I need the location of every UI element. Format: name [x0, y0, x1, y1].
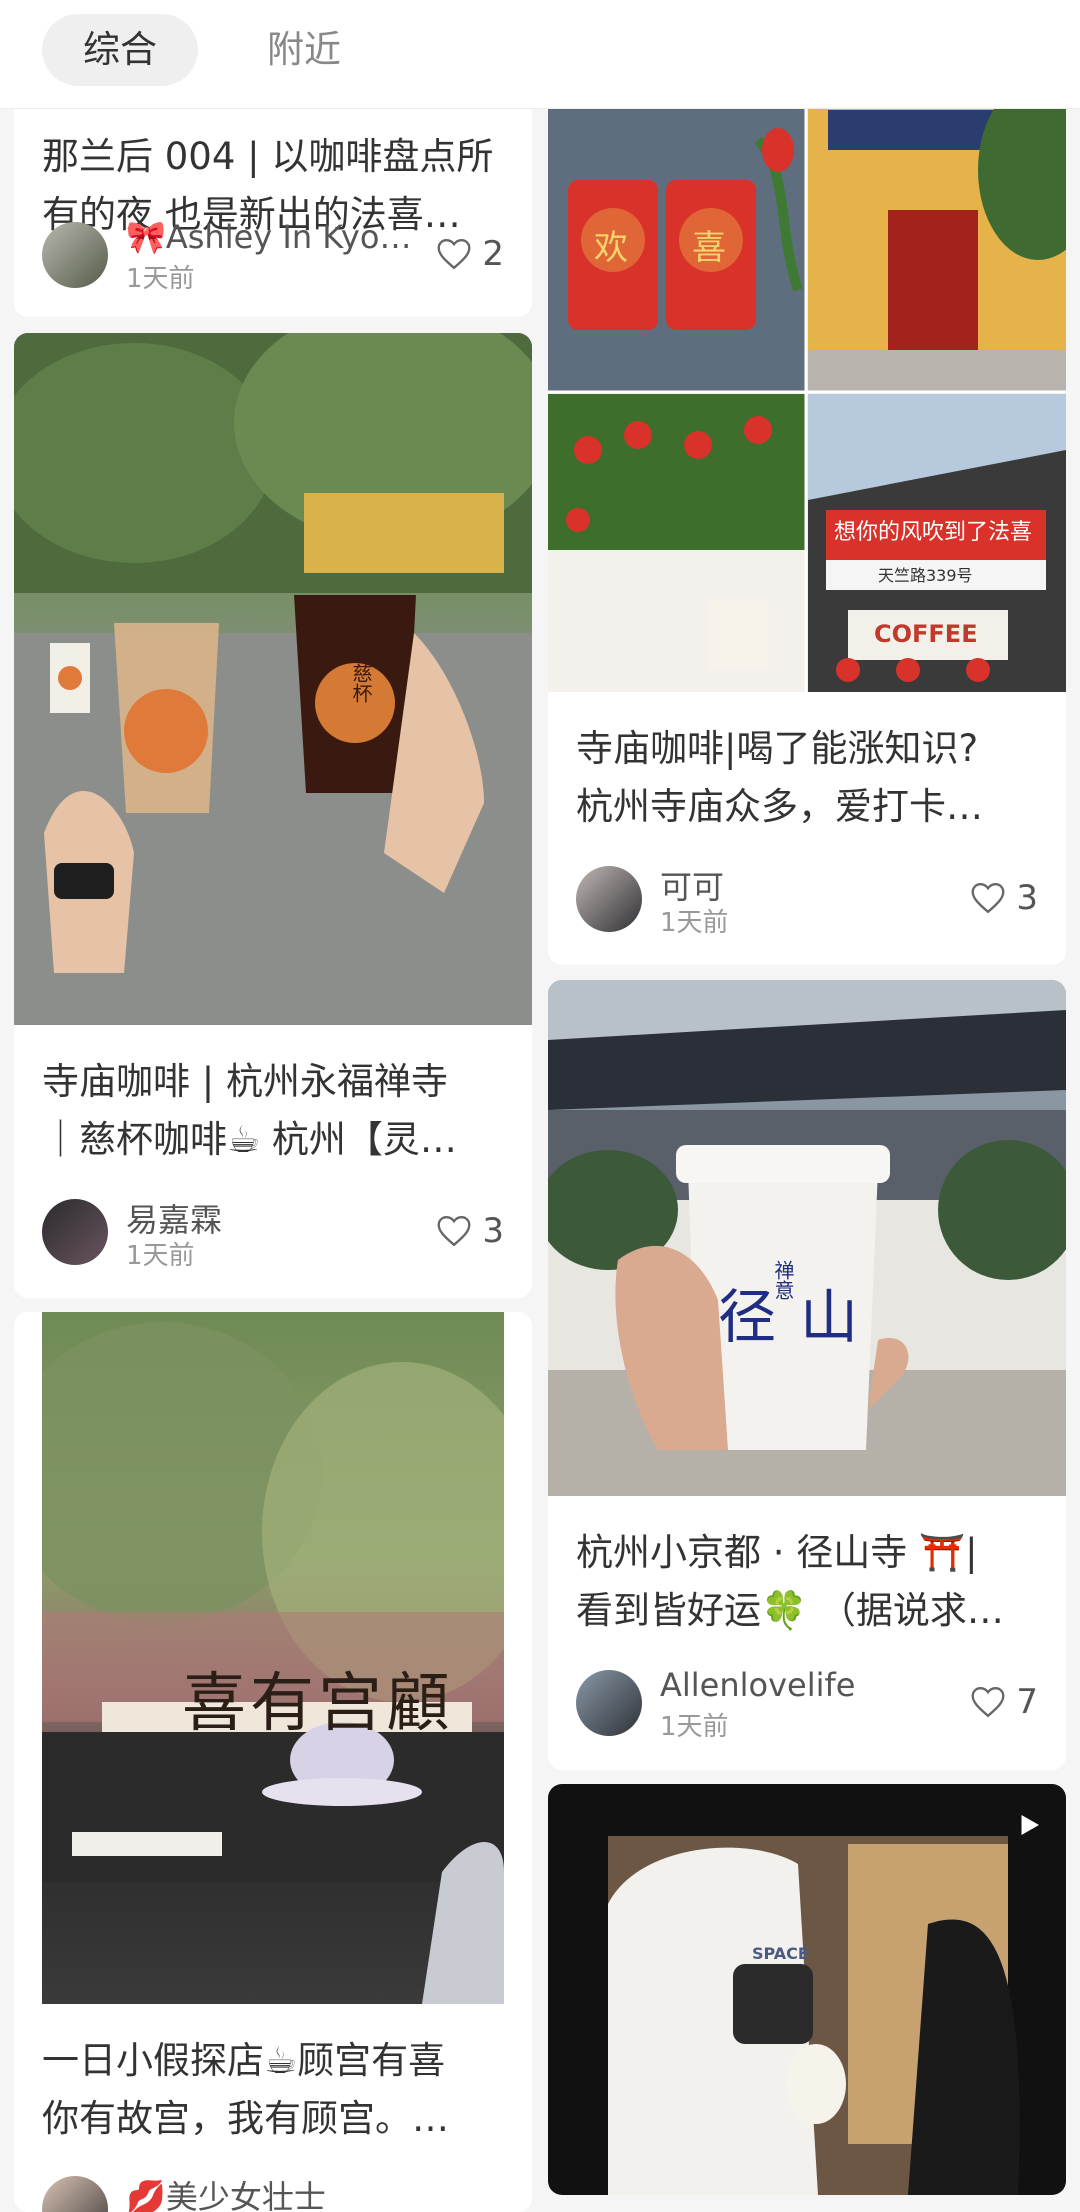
note-cover-image: 喜有宫顧: [42, 1312, 504, 2004]
like-count: 7: [1016, 1682, 1038, 1722]
heart-icon: [437, 1216, 471, 1247]
image-sign-text: 欢: [594, 228, 628, 268]
note-author-row: 💋美少女壮士: [42, 2172, 504, 2212]
avatar[interactable]: [42, 2176, 108, 2212]
like-button[interactable]: 2: [436, 232, 504, 276]
image-sign-text: 天竺路339号: [878, 566, 973, 585]
note-card[interactable]: 想你的风吹到了法喜 天竺路339号 COFFEE 欢 喜 寺庙咖啡|喝了能涨知识…: [548, 30, 1066, 965]
note-cover-image: SPACE: [548, 1784, 1066, 2195]
note-cover-image: 径山 禅意: [548, 980, 1066, 1496]
note-card[interactable]: 喜有宫顧 一日小假探店☕顾宫有喜 你有故宫，我有顾宫。… 💋美少女壮士: [14, 1312, 532, 2212]
image-sign-text: 想你的风吹到了法喜: [834, 520, 1033, 545]
hoodie-text: SPACE: [752, 1944, 809, 1963]
author-name[interactable]: 💋美少女壮士: [126, 2172, 326, 2212]
note-card[interactable]: 径山 禅意 杭州小京都 · 径山寺 ⛩️| 看到皆好运🍀 （据说求… Allen…: [548, 980, 1066, 1770]
like-button[interactable]: 7: [970, 1680, 1038, 1724]
avatar[interactable]: [576, 1670, 642, 1736]
post-time: 1天前: [126, 264, 195, 294]
note-cover-image: 慈杯: [14, 333, 532, 1025]
play-icon[interactable]: [1014, 1810, 1044, 1840]
note-title: 杭州小京都 · 径山寺 ⛩️| 看到皆好运🍀 （据说求…: [576, 1531, 1004, 1632]
note-author-row: 易嘉霖 1天前 3: [42, 1195, 504, 1275]
like-button[interactable]: 3: [436, 1209, 504, 1253]
avatar[interactable]: [576, 866, 642, 932]
heart-icon: [971, 1687, 1005, 1718]
avatar[interactable]: [42, 1199, 108, 1265]
author-name[interactable]: 🎀Ashley In Kyo…: [126, 218, 411, 256]
cup-brand-subtext: 禅意: [771, 1260, 795, 1300]
top-tab-bar: 综合 附近: [0, 0, 1080, 109]
note-author-row: 可可 1天前 3: [576, 862, 1038, 942]
note-author-row: Allenlovelife 1天前 7: [576, 1666, 1038, 1746]
like-count: 3: [482, 1211, 504, 1251]
image-sign-text: COFFEE: [874, 620, 978, 648]
avatar[interactable]: [42, 222, 108, 288]
author-name[interactable]: Allenlovelife: [660, 1666, 855, 1704]
post-time: 1天前: [660, 908, 729, 938]
like-count: 2: [482, 234, 504, 274]
heart-icon: [437, 239, 471, 270]
note-cover-image: 想你的风吹到了法喜 天竺路339号 COFFEE 欢 喜: [548, 30, 1066, 692]
plaque-text: 喜有宫顧: [182, 1667, 454, 1741]
image-sign-text: 喜: [692, 228, 726, 268]
like-count: 3: [1016, 878, 1038, 918]
cup-logo-text: 慈杯: [349, 663, 373, 703]
cup-brand-text: 径山: [718, 1283, 883, 1351]
heart-icon: [971, 883, 1005, 914]
post-time: 1天前: [660, 1712, 729, 1742]
tab-comprehensive[interactable]: 综合: [42, 14, 198, 86]
note-title: 寺庙咖啡 | 杭州永福禅寺 ｜慈杯咖啡☕ 杭州【灵…: [42, 1060, 457, 1161]
post-time: 1天前: [126, 1241, 195, 1271]
tab-nearby[interactable]: 附近: [236, 14, 372, 86]
note-card[interactable]: 慈杯 寺庙咖啡 | 杭州永福禅寺 ｜慈杯咖啡☕ 杭州【灵… 易嘉霖 1天前 3: [14, 333, 532, 1298]
note-card[interactable]: SPACE: [548, 1784, 1066, 2195]
note-title: 一日小假探店☕顾宫有喜 你有故宫，我有顾宫。…: [42, 2039, 449, 2140]
like-button[interactable]: 3: [970, 876, 1038, 920]
note-title: 寺庙咖啡|喝了能涨知识? 杭州寺庙众多，爱打卡…: [576, 727, 983, 828]
note-author-row: 🎀Ashley In Kyo… 1天前 2: [42, 218, 504, 298]
